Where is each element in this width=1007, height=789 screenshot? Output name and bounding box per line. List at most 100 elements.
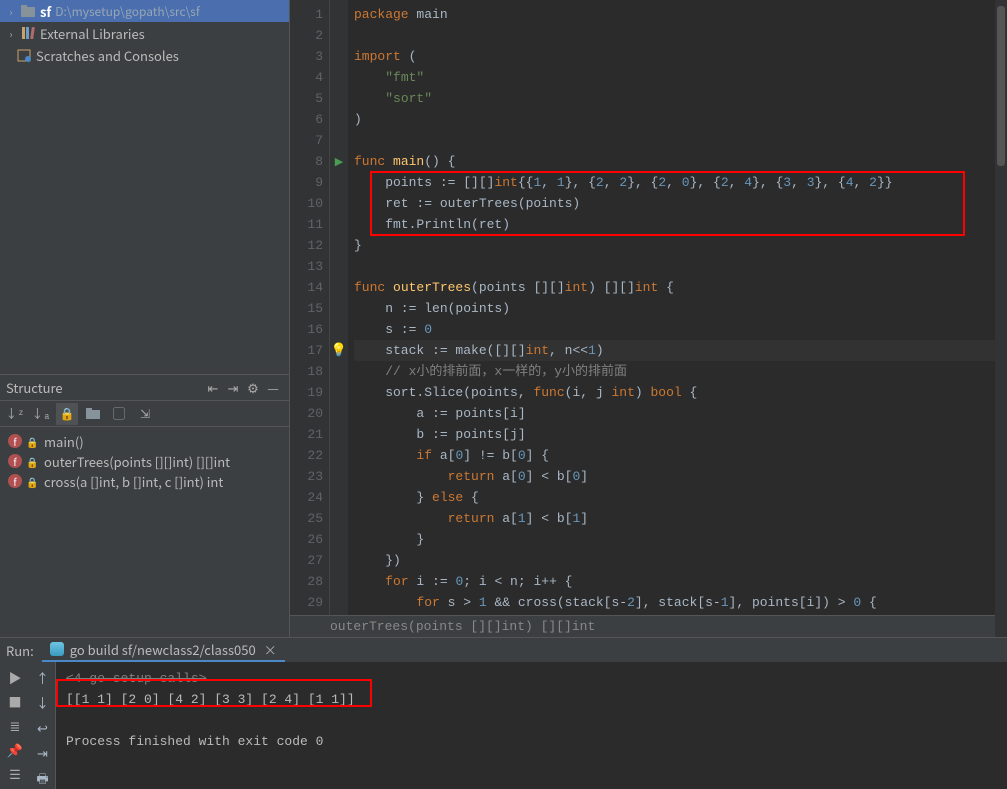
structure-item-label: cross(a []int, b []int, c []int) int — [44, 472, 223, 491]
code-line[interactable]: "fmt" — [354, 67, 1007, 88]
libraries-icon — [20, 27, 36, 39]
code-line[interactable]: return a[0] < b[0] — [354, 466, 1007, 487]
structure-item[interactable]: f🔒outerTrees(points [][]int) [][]int — [0, 451, 289, 471]
code-line[interactable]: stack := make([][]int, n<<1) — [354, 340, 1007, 361]
code-line[interactable]: return a[1] < b[1] — [354, 508, 1007, 529]
code-line[interactable]: func outerTrees(points [][]int) [][]int … — [354, 277, 1007, 298]
code-line[interactable]: n := len(points) — [354, 298, 1007, 319]
scratches-icon — [16, 49, 32, 62]
softwrap-icon[interactable]: ↩ — [37, 718, 48, 737]
code-line[interactable]: b := points[j] — [354, 424, 1007, 445]
code-line[interactable]: points := [][]int{{1, 1}, {2, 2}, {2, 0}… — [354, 172, 1007, 193]
rerun-icon[interactable]: ▶ — [6, 668, 24, 686]
collapse-icon[interactable]: ⇤ — [203, 378, 223, 397]
chevron-right-icon[interactable]: › — [6, 26, 16, 41]
scratches-consoles[interactable]: Scratches and Consoles — [0, 44, 289, 66]
structure-item[interactable]: f 🔒 main() — [0, 431, 289, 451]
structure-list[interactable]: f 🔒 main() f 🔒 outerTrees(points [][]int) [][… — [0, 427, 289, 495]
lock-icon[interactable]: 🔒 — [56, 403, 78, 425]
structure-title: Structure — [6, 378, 203, 397]
code-line[interactable]: } — [354, 529, 1007, 550]
run-output: [[1 1] [2 0] [4 2] [3 3] [2 4] [1 1]] — [66, 689, 997, 710]
structure-toolbar: ↓ᶻ ↓ₐ 🔒 ▢ ⇲ — [0, 401, 289, 427]
lock-icon: 🔒 — [26, 474, 38, 489]
folder-icon — [20, 5, 36, 17]
down-icon[interactable]: ↓ — [36, 693, 49, 712]
code-line[interactable]: ret := outerTrees(points) — [354, 193, 1007, 214]
setup-calls: <4 go setup calls> — [66, 668, 997, 689]
code-line[interactable]: "sort" — [354, 88, 1007, 109]
scroll-end-icon[interactable]: ⇥ — [37, 743, 48, 762]
project-root-path: D:\mysetup\gopath\src\sf — [55, 3, 200, 20]
breadcrumb-text: outerTrees(points [][]int) [][]int — [330, 619, 595, 634]
structure-item-label: main() — [44, 432, 84, 451]
code-line[interactable]: func main() { — [354, 151, 1007, 172]
chevron-right-icon[interactable]: › — [6, 4, 16, 19]
structure-item[interactable]: f 🔒 cross(a []int, b []int, c []int) int — [0, 471, 289, 491]
sort-alpha-icon[interactable]: ↓ᶻ — [4, 403, 26, 425]
code-line[interactable]: if a[0] != b[0] { — [354, 445, 1007, 466]
code-line[interactable]: } else { — [354, 487, 1007, 508]
layout-icon[interactable]: ≣ — [6, 716, 24, 734]
code-line[interactable]: s := 0 — [354, 319, 1007, 340]
expand-icon[interactable]: ⇥ — [223, 378, 243, 397]
function-icon: f — [8, 474, 22, 488]
lock-icon: 🔒 — [26, 434, 38, 449]
scrollbar-thumb[interactable] — [997, 6, 1005, 166]
code-line[interactable] — [354, 256, 1007, 277]
function-icon: f — [8, 434, 22, 448]
code-line[interactable]: ) — [354, 109, 1007, 130]
stop-icon[interactable]: ■ — [6, 692, 24, 710]
project-tree[interactable]: › sf D:\mysetup\gopath\src\sf › External… — [0, 0, 289, 375]
marker-gutter[interactable]: ▶💡 — [330, 0, 348, 615]
structure-panel: Structure ⇤ ⇥ ⚙ — ↓ᶻ ↓ₐ 🔒 ▢ ⇲ f 🔒 main() f 🔒… — [0, 375, 289, 637]
run-gutter-icon[interactable]: ▶ — [335, 155, 343, 169]
code-line[interactable]: for i := 0; i < n; i++ { — [354, 571, 1007, 592]
run-label: Run: — [6, 641, 34, 660]
autoscroll-icon[interactable]: ▢ — [108, 403, 130, 425]
expand-all-icon[interactable]: ⇲ — [134, 403, 156, 425]
code-line[interactable] — [354, 25, 1007, 46]
external-libraries-label: External Libraries — [40, 24, 145, 43]
line-number-gutter[interactable]: 1234567891011121314151617181920212223242… — [290, 0, 330, 615]
code-line[interactable]: fmt.Println(ret) — [354, 214, 1007, 235]
gear-icon[interactable]: ⚙ — [243, 378, 263, 397]
run-tab[interactable]: go build sf/newclass2/class050 × — [42, 638, 285, 662]
code-line[interactable]: for s > 1 && cross(stack[s-2], stack[s-1… — [354, 592, 1007, 613]
code-line[interactable] — [354, 130, 1007, 151]
print-icon[interactable]: 🖶 — [36, 768, 48, 789]
run-tab-label: go build sf/newclass2/class050 — [70, 640, 256, 659]
intention-bulb-icon[interactable]: 💡 — [331, 343, 347, 358]
lock-icon: 🔒 — [26, 454, 38, 469]
run-console[interactable]: <4 go setup calls> [[1 1] [2 0] [4 2] [3… — [56, 662, 1007, 789]
project-root[interactable]: › sf D:\mysetup\gopath\src\sf — [0, 0, 289, 22]
up-icon[interactable]: ↑ — [36, 668, 49, 687]
code-line[interactable]: sort.Slice(points, func(i, j int) bool { — [354, 382, 1007, 403]
project-root-name: sf — [40, 2, 51, 21]
close-icon[interactable]: × — [264, 640, 277, 659]
code-lines[interactable]: package main import ( "fmt" "sort") func m… — [348, 0, 1007, 615]
sort-visibility-icon[interactable]: ↓ₐ — [30, 403, 52, 425]
pin-icon[interactable]: 📌 — [6, 740, 24, 758]
breadcrumb[interactable]: outerTrees(points [][]int) [][]int — [290, 615, 1007, 637]
structure-item-label: outerTrees(points [][]int) [][]int — [44, 452, 230, 471]
editor: 1234567891011121314151617181920212223242… — [290, 0, 1007, 637]
run-left-gutter: ▶ ■ ≣ 📌 ☰ — [0, 662, 30, 789]
show-files-icon[interactable] — [82, 403, 104, 425]
code-line[interactable]: }) — [354, 550, 1007, 571]
scratches-label: Scratches and Consoles — [36, 46, 179, 65]
code-line[interactable]: a := points[i] — [354, 403, 1007, 424]
run-left-gutter-2: ↑ ↓ ↩ ⇥ 🖶 — [30, 662, 56, 789]
structure-header: Structure ⇤ ⇥ ⚙ — — [0, 375, 289, 401]
hide-icon[interactable]: — — [263, 378, 283, 397]
go-icon — [50, 642, 64, 656]
run-header: Run: go build sf/newclass2/class050 × — [0, 638, 1007, 662]
external-libraries[interactable]: › External Libraries — [0, 22, 289, 44]
code-line[interactable]: package main — [354, 4, 1007, 25]
code-line[interactable]: // x小的排前面，x一样的，y小的排前面 — [354, 361, 1007, 382]
code-line[interactable]: } — [354, 235, 1007, 256]
code-line[interactable]: import ( — [354, 46, 1007, 67]
scrollbar-vertical[interactable] — [995, 0, 1007, 615]
run-exit: Process finished with exit code 0 — [66, 731, 997, 752]
more-icon[interactable]: ☰ — [6, 764, 24, 782]
